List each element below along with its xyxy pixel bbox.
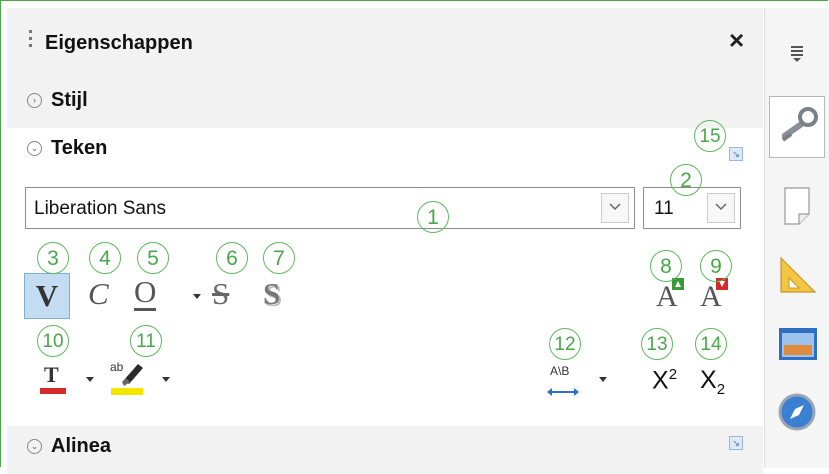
highlight-dropdown-icon[interactable]: [162, 377, 170, 382]
callout-15: 15: [694, 120, 726, 152]
page-tab-icon[interactable]: [771, 180, 823, 232]
section-stijl-label: Stijl: [51, 89, 88, 111]
callout-9: 9: [700, 250, 732, 282]
superscript-exp: 2: [668, 366, 678, 383]
collapse-icon: ⌄: [27, 439, 42, 454]
callout-13: 13: [641, 328, 673, 360]
font-color-icon: T: [40, 362, 66, 394]
subscript-exp: 2: [716, 381, 726, 398]
bold-button[interactable]: V: [24, 273, 70, 319]
gallery-tab-icon[interactable]: [771, 318, 823, 370]
section-teken-label: Teken: [51, 137, 108, 159]
highlight-text: ab: [110, 360, 124, 374]
highlight-button[interactable]: ab: [108, 358, 148, 398]
increase-font-size-button[interactable]: A: [656, 278, 684, 314]
font-size-dropdown-button[interactable]: [707, 193, 735, 223]
callout-2: 2: [670, 164, 702, 196]
strikethrough-button[interactable]: S: [212, 276, 229, 312]
close-button[interactable]: ×: [729, 25, 744, 56]
collapse-icon[interactable]: ⌄: [27, 141, 42, 156]
italic-button[interactable]: C: [88, 276, 109, 312]
callout-6: 6: [216, 242, 248, 274]
section-alinea-label: Alinea: [51, 435, 112, 457]
underline-dropdown-icon[interactable]: [193, 294, 201, 299]
teken-more-options-icon[interactable]: ↘: [729, 147, 743, 161]
sidebar-tabbar: [764, 8, 829, 468]
callout-14: 14: [695, 328, 727, 360]
shadow-button[interactable]: S: [263, 276, 280, 312]
subscript-base: X: [700, 366, 717, 394]
subscript-button[interactable]: X2: [700, 366, 725, 398]
callout-7: 7: [263, 242, 295, 274]
grip-handle[interactable]: [29, 30, 33, 56]
callout-1: 1: [417, 201, 449, 233]
panel-titlebar: Eigenschappen ×: [7, 8, 763, 70]
callout-3: 3: [37, 242, 69, 274]
sidebar-menu-icon[interactable]: [771, 28, 823, 80]
section-stijl[interactable]: › Stijl: [7, 80, 763, 128]
superscript-base: X: [652, 366, 669, 395]
chevron-down-icon: [609, 203, 621, 211]
font-color-dropdown-icon[interactable]: [86, 377, 94, 382]
properties-panel: Eigenschappen × › Stijl ⌄ Teken ⌄ Alinea: [7, 8, 763, 474]
spacing-text: A\B: [550, 364, 570, 378]
chevron-down-icon: [715, 203, 727, 211]
styles-tab-icon[interactable]: [771, 248, 823, 300]
character-spacing-button[interactable]: A\B: [545, 362, 585, 402]
callout-10: 10: [37, 325, 69, 357]
navigator-tab-icon[interactable]: [771, 386, 823, 438]
font-size-value: 11: [654, 198, 674, 219]
font-color-button[interactable]: T: [38, 360, 68, 400]
spacing-dropdown-icon[interactable]: [599, 377, 607, 382]
font-name-combobox[interactable]: Liberation Sans: [25, 187, 635, 229]
alinea-more-options-icon[interactable]: ↘: [729, 436, 743, 450]
callout-11: 11: [130, 325, 162, 357]
underline-button[interactable]: O: [134, 276, 157, 311]
section-alinea[interactable]: ⌄ Alinea: [7, 426, 763, 474]
expand-icon: ›: [27, 93, 42, 108]
font-name-dropdown-button[interactable]: [601, 193, 629, 223]
panel-title: Eigenschappen: [45, 32, 193, 54]
callout-4: 4: [89, 242, 121, 274]
svg-text:T: T: [44, 362, 59, 387]
callout-8: 8: [650, 250, 682, 282]
superscript-button[interactable]: X2: [652, 366, 677, 395]
callout-12: 12: [549, 328, 581, 360]
decrease-font-size-button[interactable]: A: [700, 278, 728, 314]
font-name-value: Liberation Sans: [34, 198, 167, 219]
callout-5: 5: [137, 242, 169, 274]
strikethrough-glyph: S: [212, 276, 230, 311]
properties-tab-wrench-icon[interactable]: [769, 96, 825, 158]
